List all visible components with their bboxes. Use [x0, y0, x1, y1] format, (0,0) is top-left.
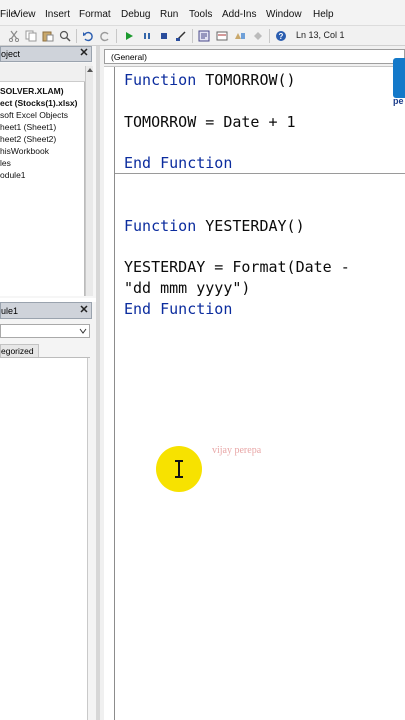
code-margin-bar[interactable] [104, 67, 115, 720]
menu-bar: File View Insert Format Debug Run Tools … [0, 0, 405, 26]
menu-add-ins[interactable]: Add-Ins [222, 9, 256, 21]
code-line[interactable]: YESTERDAY = Format(Date - [124, 258, 350, 276]
tree-item[interactable]: heet2 (Sheet2) [0, 134, 56, 145]
code-line[interactable]: "dd mmm yyyy") [124, 279, 250, 297]
menu-run[interactable]: Run [160, 9, 178, 21]
tab-categorized[interactable]: egorized [0, 344, 39, 357]
code-window: (General) Function TOMORROW() TOMORROW =… [100, 46, 405, 720]
paste-icon[interactable] [42, 30, 54, 42]
tree-item[interactable]: hisWorkbook [0, 146, 49, 157]
toolbar-separator [192, 29, 193, 43]
menu-format[interactable]: Format [79, 9, 111, 21]
tree-item[interactable]: heet1 (Sheet1) [0, 122, 56, 133]
toolbar-separator [76, 29, 77, 43]
tree-item[interactable]: les [0, 158, 11, 169]
menu-insert[interactable]: Insert [45, 9, 70, 21]
code-line[interactable]: TOMORROW = Date + 1 [124, 113, 296, 131]
menu-view[interactable]: View [14, 9, 36, 21]
channel-logo-mark [393, 58, 405, 98]
project-explorer-header: oject ✕ [0, 46, 92, 62]
properties-title: ule1 [1, 306, 19, 316]
close-icon[interactable]: ✕ [78, 48, 90, 60]
code-line[interactable]: Function TOMORROW() [124, 71, 296, 89]
tree-item[interactable]: SOLVER.XLAM) [0, 86, 64, 97]
code-line[interactable]: End Function [124, 300, 232, 318]
watermark: vijay perepa [212, 445, 262, 456]
object-combo[interactable]: (General) [104, 49, 405, 64]
project-explorer-scrollbar[interactable] [85, 66, 93, 296]
pause-icon[interactable] [141, 30, 153, 42]
copy-icon[interactable] [25, 30, 37, 42]
properties-tabs: egorized [0, 342, 90, 358]
project-explorer-toolbar [0, 63, 92, 82]
design-mode-icon[interactable] [175, 30, 187, 42]
procedure-separator [115, 173, 405, 174]
cut-icon[interactable] [8, 30, 20, 42]
properties-window: ule1 ✕ egorized [0, 302, 96, 720]
project-explorer-icon[interactable] [198, 30, 210, 42]
properties-window-icon[interactable] [216, 30, 228, 42]
menu-help[interactable]: Help [313, 9, 334, 21]
project-tree: SOLVER.XLAM) ect (Stocks(1).xlsx) soft E… [0, 82, 85, 296]
standard-toolbar: ? Ln 13, Col 1 [0, 26, 405, 46]
menu-window[interactable]: Window [266, 9, 302, 21]
redo-icon[interactable] [99, 30, 111, 42]
chevron-down-icon[interactable] [79, 328, 87, 335]
channel-logo-text: pe [393, 96, 404, 106]
menu-debug[interactable]: Debug [121, 9, 150, 21]
properties-header: ule1 ✕ [0, 302, 92, 319]
object-browser-icon[interactable] [234, 30, 246, 42]
run-icon[interactable] [123, 30, 135, 42]
svg-text:?: ? [279, 32, 284, 41]
tree-item[interactable]: ect (Stocks(1).xlsx) [0, 98, 77, 109]
tree-item[interactable]: soft Excel Objects [0, 110, 68, 121]
cursor-position-readout: Ln 13, Col 1 [296, 30, 345, 40]
toolbar-separator [269, 29, 270, 43]
toolbar-separator [116, 29, 117, 43]
close-icon[interactable]: ✕ [78, 305, 90, 317]
properties-object-combo[interactable] [0, 324, 90, 338]
object-combo-value: (General) [111, 52, 147, 62]
help-icon[interactable]: ? [275, 30, 287, 42]
find-icon[interactable] [59, 30, 71, 42]
scroll-up-icon[interactable] [86, 66, 94, 74]
project-explorer-title: oject [1, 49, 21, 59]
tree-item[interactable]: odule1 [0, 170, 26, 181]
undo-icon[interactable] [82, 30, 94, 42]
code-editor[interactable]: Function TOMORROW() TOMORROW = Date + 1 … [104, 66, 405, 720]
project-explorer: oject ✕ SOLVER.XLAM) ect (Stocks(1).xlsx… [0, 46, 96, 298]
code-line[interactable]: End Function [124, 154, 232, 172]
toolbox-icon[interactable] [252, 30, 264, 42]
properties-grid [0, 358, 88, 720]
ibeam-cursor-icon [175, 460, 183, 478]
code-line[interactable]: Function YESTERDAY() [124, 217, 305, 235]
menu-tools[interactable]: Tools [189, 9, 212, 21]
stop-icon[interactable] [158, 30, 170, 42]
